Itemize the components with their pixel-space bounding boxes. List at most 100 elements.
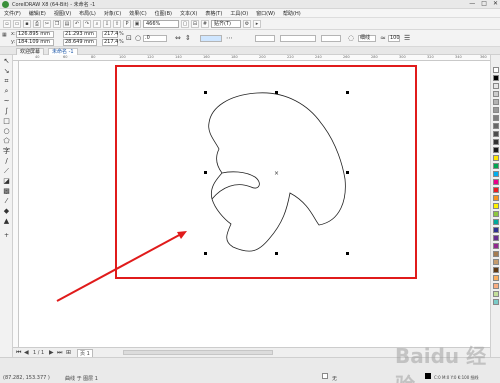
next-page-icon[interactable]: ▶ [49, 349, 54, 356]
menu-file[interactable]: 文件(F) [4, 10, 21, 17]
mirror-vertical-icon[interactable]: ⇕ [185, 34, 191, 42]
palette-swatch[interactable] [493, 155, 499, 161]
palette-swatch[interactable] [493, 67, 499, 73]
selection-handle[interactable] [346, 171, 349, 174]
parallel-dimension-icon[interactable]: / [2, 157, 11, 166]
smart-fill-icon[interactable]: ▲ [2, 217, 11, 226]
menu-text[interactable]: 文本(X) [180, 10, 197, 17]
menu-help[interactable]: 帮助(H) [283, 10, 301, 17]
tab-welcome-screen[interactable]: 欢迎屏幕 [16, 48, 45, 55]
rotation-angle-field[interactable]: .0 [143, 35, 167, 42]
full-screen-icon[interactable]: ▣ [133, 19, 141, 28]
palette-swatch[interactable] [493, 235, 499, 241]
print-icon[interactable]: ⎙ [33, 19, 41, 28]
publish-pdf-icon[interactable]: P [123, 19, 131, 28]
export-icon[interactable]: ⇧ [113, 19, 121, 28]
paste-icon[interactable]: ▤ [63, 19, 71, 28]
rectangle-tool-icon[interactable]: □ [2, 117, 11, 126]
shape-tool-icon[interactable]: ↘ [2, 67, 11, 76]
palette-swatch[interactable] [493, 163, 499, 169]
smoothing-field[interactable]: 100 [388, 35, 400, 42]
line-style-select[interactable] [280, 35, 316, 42]
rulers-icon[interactable]: ⊟ [191, 19, 199, 28]
search-content-icon[interactable]: ⌕ [93, 19, 101, 28]
ellipse-tool-icon[interactable]: ○ [2, 127, 11, 136]
import-icon[interactable]: ⇩ [103, 19, 111, 28]
mirror-horizontal-icon[interactable]: ⇔ [175, 34, 181, 42]
drawing-canvas[interactable]: × [19, 61, 490, 347]
palette-swatch[interactable] [493, 83, 499, 89]
zoom-level-select[interactable]: 466% [143, 19, 179, 28]
selection-handle[interactable] [204, 171, 207, 174]
transparency-tool-icon[interactable]: ▩ [2, 187, 11, 196]
artistic-media-icon[interactable]: ∫ [2, 107, 11, 116]
palette-swatch[interactable] [493, 299, 499, 305]
node-tools-icon[interactable]: ⋯ [226, 34, 233, 42]
zoom-tool-icon[interactable]: ⌕ [2, 87, 11, 96]
copy-icon[interactable]: ❐ [53, 19, 61, 28]
menu-edit[interactable]: 编辑(E) [29, 10, 46, 17]
eyedropper-tool-icon[interactable]: ⁄ [2, 197, 11, 206]
new-document-icon[interactable]: ▫ [3, 19, 11, 28]
last-page-icon[interactable]: ⏭ [57, 349, 62, 357]
scale-x-field[interactable]: 217.4 [102, 31, 118, 38]
add-tool-icon[interactable]: + [2, 231, 11, 240]
selection-handle[interactable] [204, 252, 207, 255]
menu-object[interactable]: 对象(C) [104, 10, 121, 17]
menu-tools[interactable]: 工具(O) [230, 10, 248, 17]
palette-swatch[interactable] [493, 75, 499, 81]
interactive-fill-icon[interactable]: ◆ [2, 207, 11, 216]
palette-swatch[interactable] [493, 251, 499, 257]
first-page-icon[interactable]: ⏮ [16, 349, 21, 357]
palette-swatch[interactable] [493, 291, 499, 297]
palette-swatch[interactable] [493, 267, 499, 273]
menu-effects[interactable]: 效果(C) [129, 10, 146, 17]
palette-swatch[interactable] [493, 283, 499, 289]
menu-bitmaps[interactable]: 位图(B) [155, 10, 172, 17]
palette-swatch[interactable] [493, 99, 499, 105]
palette-swatch[interactable] [493, 123, 499, 129]
scale-y-field[interactable]: 217.4 [102, 39, 118, 46]
palette-swatch[interactable] [493, 179, 499, 185]
add-page-icon[interactable]: ⊞ [66, 349, 71, 356]
position-y-field[interactable]: 184.109 mm [16, 39, 54, 46]
lock-ratio-icon[interactable]: ⊡ [126, 34, 132, 42]
maximize-button[interactable]: □ [481, 0, 487, 7]
palette-swatch[interactable] [493, 131, 499, 137]
fill-swatch-icon[interactable] [322, 373, 328, 379]
wrap-text-icon[interactable]: ☰ [404, 34, 410, 42]
close-curve-icon[interactable]: ◌ [348, 34, 354, 42]
prev-page-icon[interactable]: ◀ [24, 349, 29, 356]
menu-window[interactable]: 窗口(W) [256, 10, 275, 17]
object-type-select[interactable] [200, 35, 222, 42]
text-tool-icon[interactable]: 字 [2, 147, 11, 156]
palette-swatch[interactable] [493, 195, 499, 201]
pick-tool-icon[interactable]: ↖ [2, 57, 11, 66]
snap-to-dropdown[interactable]: 贴齐(T) [211, 19, 241, 28]
cut-icon[interactable]: ✂ [43, 19, 51, 28]
palette-swatch[interactable] [493, 203, 499, 209]
close-button[interactable]: ✕ [493, 0, 498, 7]
outline-width-select[interactable]: 细线 [358, 35, 376, 42]
rotation-icon[interactable]: ○ [135, 34, 141, 42]
palette-swatch[interactable] [493, 187, 499, 193]
selection-handle[interactable] [275, 91, 278, 94]
selection-handle[interactable] [204, 91, 207, 94]
menu-layout[interactable]: 布局(L) [79, 10, 96, 17]
launch-icon[interactable]: ▸ [253, 19, 261, 28]
height-field[interactable]: 28.649 mm [63, 39, 97, 46]
connector-tool-icon[interactable]: ⟋ [2, 167, 11, 176]
palette-swatch[interactable] [493, 171, 499, 177]
undo-icon[interactable]: ↶ [73, 19, 81, 28]
end-arrowhead-select[interactable] [321, 35, 341, 42]
palette-swatch[interactable] [493, 243, 499, 249]
options-gear-icon[interactable]: ⚙ [243, 19, 251, 28]
palette-swatch[interactable] [493, 139, 499, 145]
save-icon[interactable]: ▪ [23, 19, 31, 28]
selection-handle[interactable] [346, 252, 349, 255]
palette-swatch[interactable] [493, 91, 499, 97]
selection-handle[interactable] [346, 91, 349, 94]
palette-swatch[interactable] [493, 219, 499, 225]
polygon-tool-icon[interactable]: ⬠ [2, 137, 11, 146]
width-field[interactable]: 21.293 mm [63, 31, 97, 38]
